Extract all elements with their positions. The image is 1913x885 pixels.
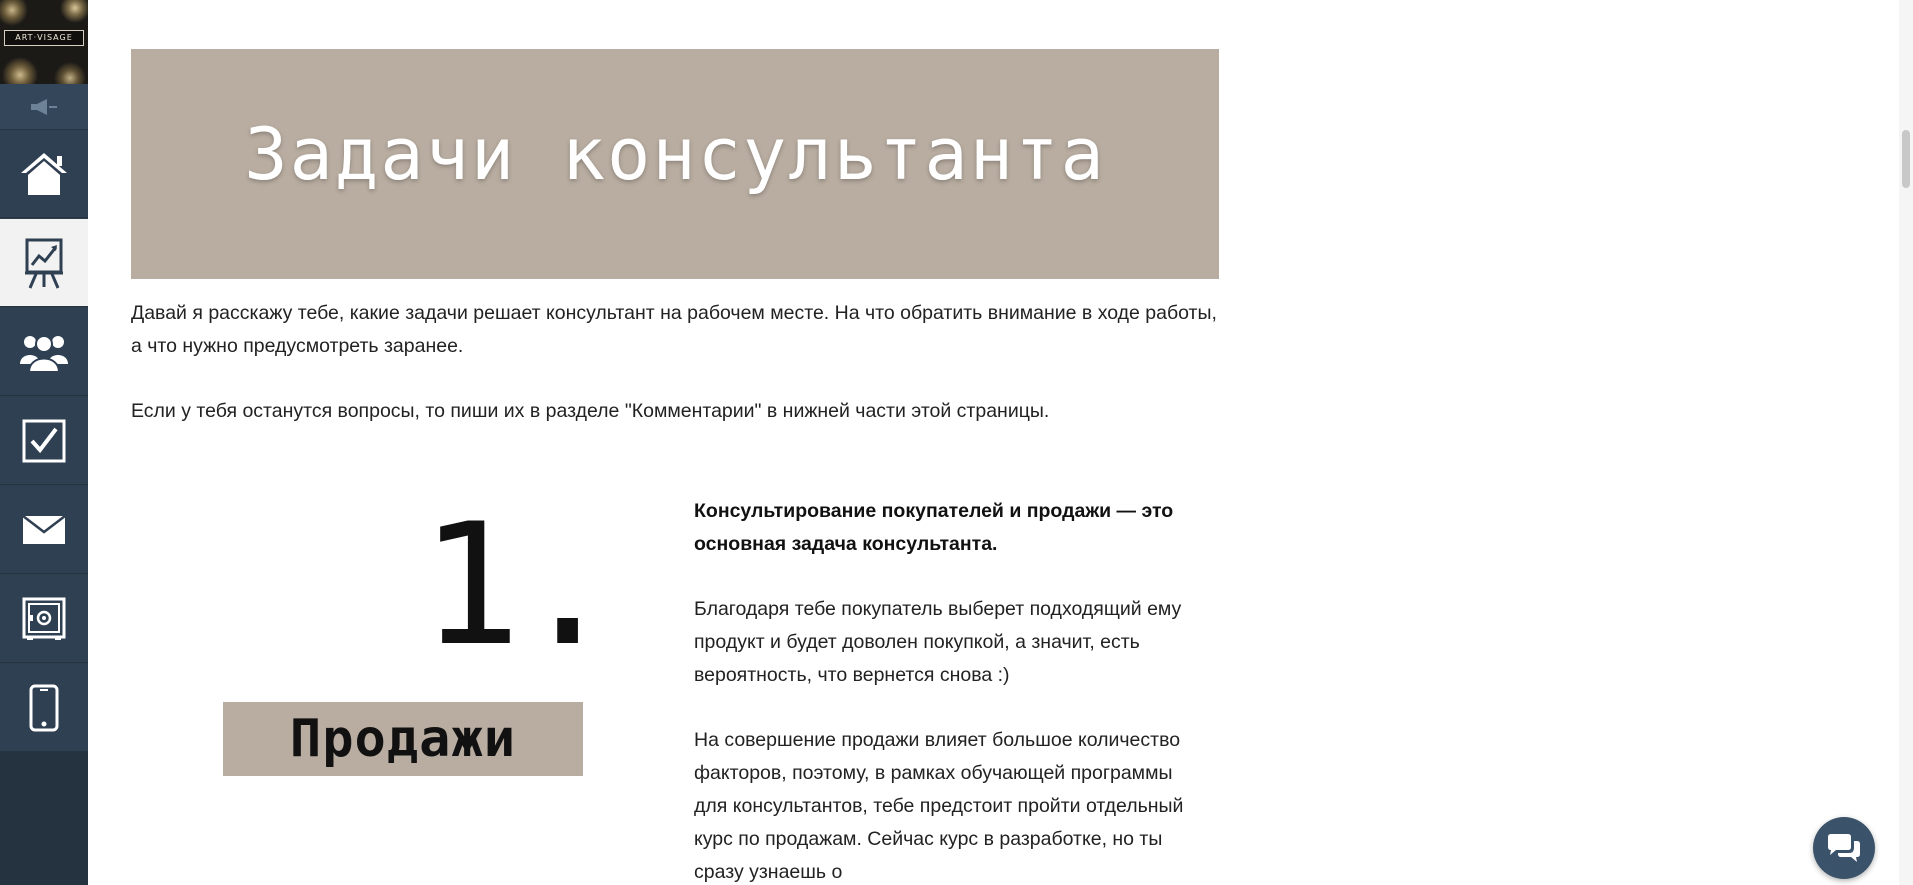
section-label: Продажи — [289, 709, 517, 769]
section-number: 1. — [420, 487, 618, 683]
sidebar-item-mail[interactable] — [0, 486, 88, 574]
sidebar-item-training[interactable] — [0, 219, 88, 307]
sidebar-item-mobile[interactable] — [0, 664, 88, 752]
sidebar-item-safe[interactable] — [0, 575, 88, 663]
section-content: Консультирование покупателей и продажи —… — [694, 495, 1194, 885]
home-icon — [21, 152, 67, 195]
checkbox-icon — [22, 419, 66, 462]
sidebar-item-team[interactable] — [0, 308, 88, 396]
sidebar-item-home[interactable] — [0, 130, 88, 218]
sidebar: ART·VISAGE — [0, 0, 88, 885]
chat-button[interactable] — [1813, 817, 1875, 879]
section-label-box: Продажи — [223, 702, 583, 776]
intro-paragraph: Давай я расскажу тебе, какие задачи реша… — [131, 302, 1217, 357]
intro-comments-note: Если у тебя останутся вопросы, то пиши и… — [131, 400, 1050, 422]
chart-board-icon — [25, 238, 63, 289]
lesson-banner: Задачи консультанта — [131, 49, 1219, 279]
sidebar-mute-button[interactable] — [0, 84, 88, 130]
sidebar-item-tasks[interactable] — [0, 397, 88, 485]
scrollbar-thumb[interactable] — [1902, 130, 1910, 188]
logo-text: ART·VISAGE — [4, 30, 84, 46]
page-scrollbar[interactable] — [1899, 0, 1913, 885]
sidebar-footer — [0, 752, 88, 885]
safe-icon — [22, 597, 66, 640]
chat-bubbles-icon — [1828, 834, 1860, 862]
users-icon — [20, 334, 68, 372]
section-paragraph: Благодаря тебе покупатель выберет подход… — [694, 598, 1182, 686]
brand-logo[interactable]: ART·VISAGE — [0, 0, 88, 84]
speaker-mute-icon — [31, 98, 57, 115]
section-paragraph: На совершение продажи влияет большое кол… — [694, 729, 1184, 883]
mail-icon — [22, 514, 66, 544]
section-heading: Консультирование покупателей и продажи —… — [694, 500, 1174, 555]
phone-icon — [29, 684, 59, 731]
page-title: Задачи консультанта — [244, 112, 1106, 196]
